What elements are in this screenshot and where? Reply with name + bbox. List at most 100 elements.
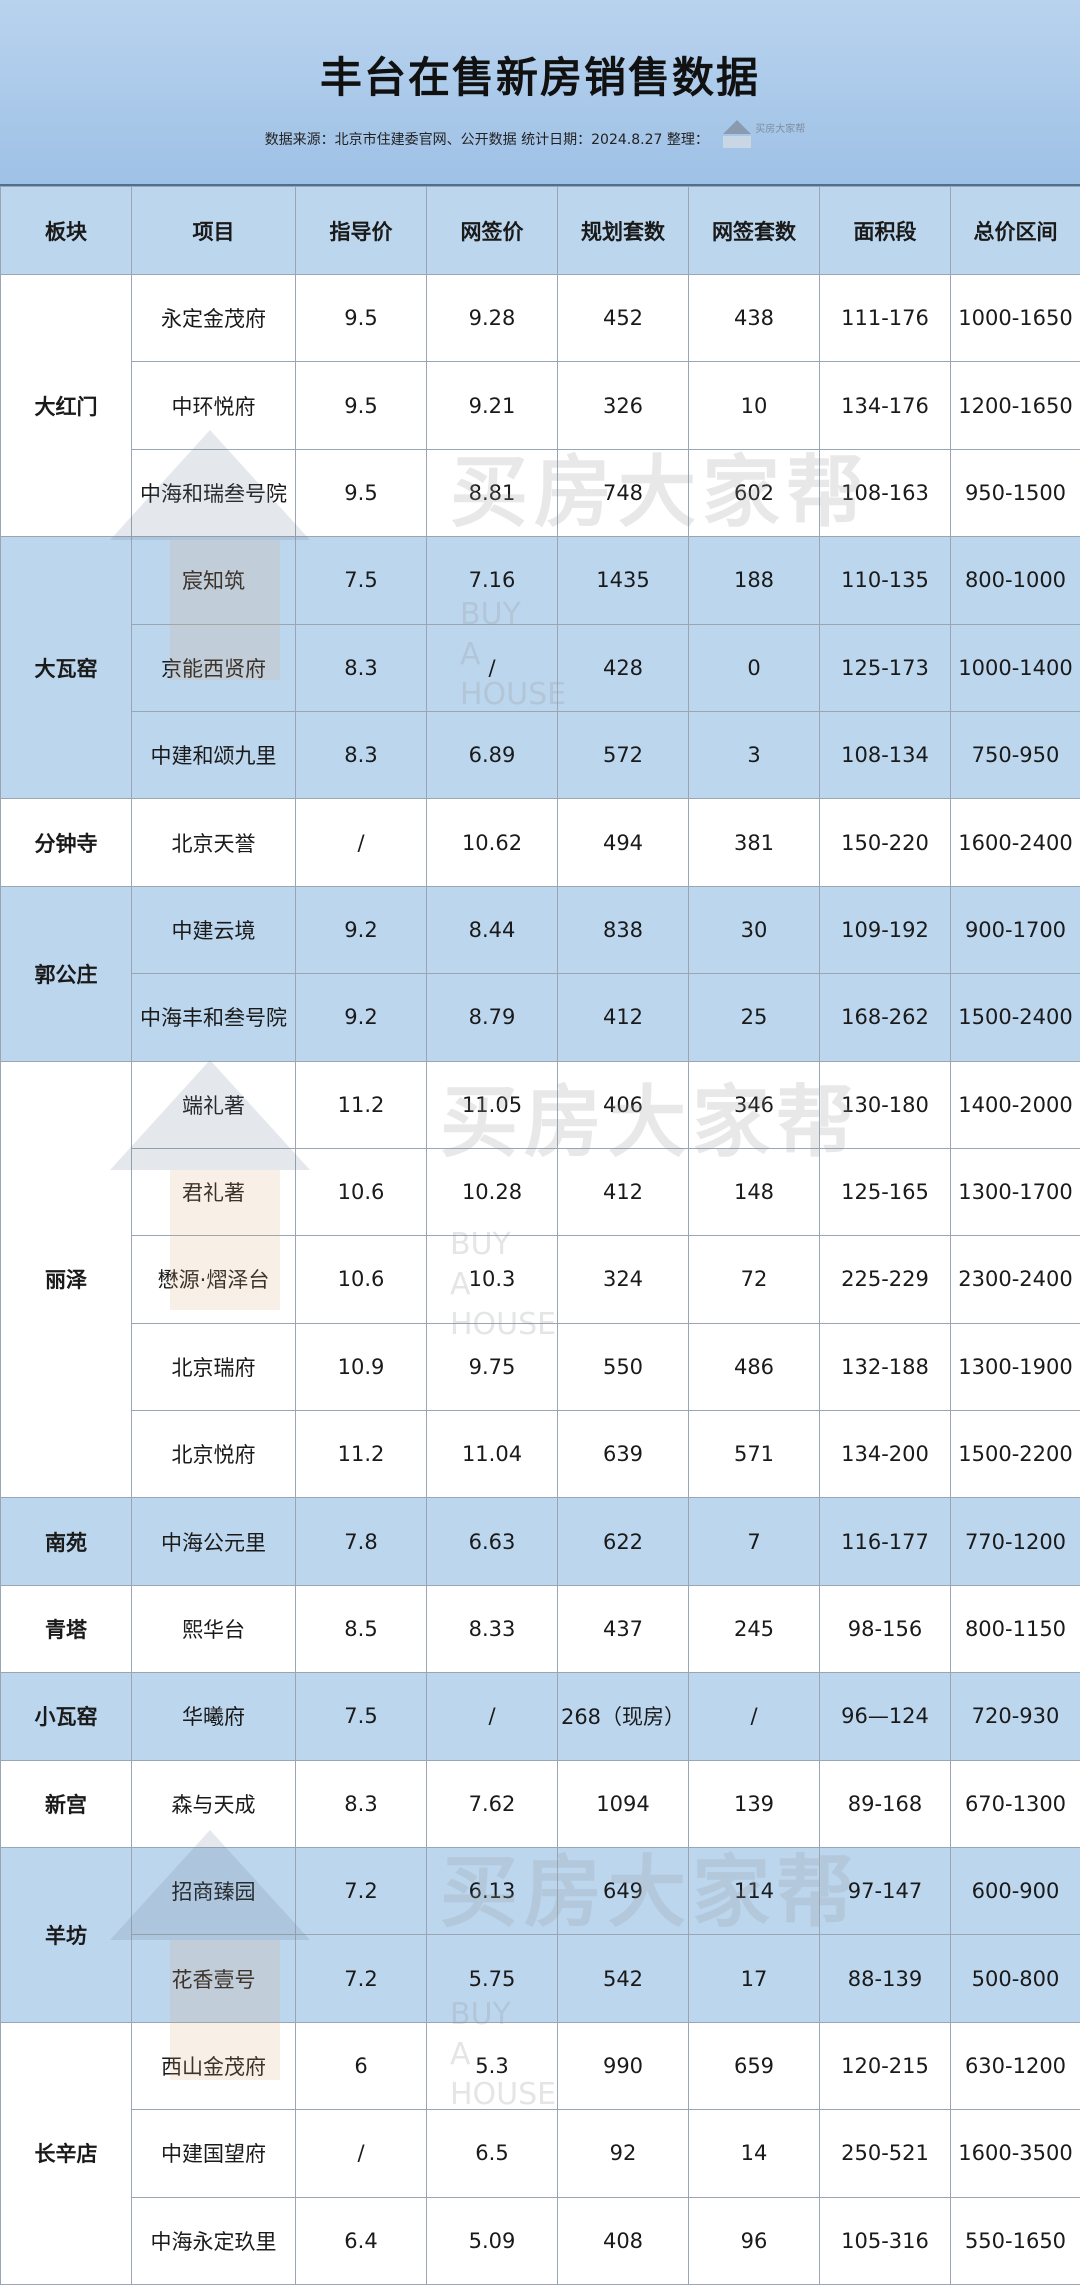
cell-block: 青塔 bbox=[1, 1585, 132, 1672]
cell-area-range: 132-188 bbox=[820, 1323, 951, 1410]
cell-block: 丽泽 bbox=[1, 1061, 132, 1498]
cell-sign-price: 11.05 bbox=[427, 1061, 558, 1148]
cell-project: 中建和颂九里 bbox=[132, 711, 296, 798]
cell-guide-price: 8.3 bbox=[296, 1760, 427, 1847]
table-row: 中建和颂九里8.36.895723108-134750-950 bbox=[1, 711, 1080, 798]
cell-planned-units: 92 bbox=[558, 2110, 689, 2197]
col-header-planned-units: 规划套数 bbox=[558, 187, 689, 275]
cell-area-range: 110-135 bbox=[820, 537, 951, 624]
cell-project: 北京瑞府 bbox=[132, 1323, 296, 1410]
table-row: 中建国望府/6.59214250-5211600-3500 bbox=[1, 2110, 1080, 2197]
cell-guide-price: 10.9 bbox=[296, 1323, 427, 1410]
cell-block: 新宫 bbox=[1, 1760, 132, 1847]
cell-guide-price: 9.2 bbox=[296, 886, 427, 973]
cell-guide-price: 10.6 bbox=[296, 1148, 427, 1235]
page-header: 丰台在售新房销售数据 数据来源：北京市住建委官网、公开数据 统计日期：2024.… bbox=[0, 0, 1080, 186]
cell-sign-price: 10.28 bbox=[427, 1148, 558, 1235]
cell-guide-price: 7.2 bbox=[296, 1848, 427, 1935]
cell-sign-price: 6.5 bbox=[427, 2110, 558, 2197]
cell-signed-units: 17 bbox=[689, 1935, 820, 2022]
cell-signed-units: 30 bbox=[689, 886, 820, 973]
cell-planned-units: 428 bbox=[558, 624, 689, 711]
cell-area-range: 97-147 bbox=[820, 1848, 951, 1935]
cell-sign-price: 5.3 bbox=[427, 2022, 558, 2109]
cell-block: 小瓦窑 bbox=[1, 1673, 132, 1760]
cell-sign-price: 6.13 bbox=[427, 1848, 558, 1935]
table-row: 小瓦窑华曦府7.5/268（现房）/96—124720-930 bbox=[1, 1673, 1080, 1760]
cell-project: 华曦府 bbox=[132, 1673, 296, 1760]
col-header-signed-units: 网签套数 bbox=[689, 187, 820, 275]
cell-signed-units: 602 bbox=[689, 449, 820, 536]
sales-table: 板块 项目 指导价 网签价 规划套数 网签套数 面积段 总价区间 大红门永定金茂… bbox=[0, 186, 1080, 2285]
cell-sign-price: 7.16 bbox=[427, 537, 558, 624]
cell-guide-price: 8.3 bbox=[296, 624, 427, 711]
cell-area-range: 108-134 bbox=[820, 711, 951, 798]
cell-signed-units: 114 bbox=[689, 1848, 820, 1935]
table-row: 京能西贤府8.3/4280125-1731000-1400 bbox=[1, 624, 1080, 711]
table-row: 大瓦窑宸知筑7.57.161435188110-135800-1000 bbox=[1, 537, 1080, 624]
cell-sign-price: 6.89 bbox=[427, 711, 558, 798]
cell-signed-units: 148 bbox=[689, 1148, 820, 1235]
cell-area-range: 225-229 bbox=[820, 1236, 951, 1323]
cell-guide-price: 11.2 bbox=[296, 1411, 427, 1498]
cell-total-price: 500-800 bbox=[951, 1935, 1080, 2022]
cell-signed-units: 25 bbox=[689, 974, 820, 1061]
cell-area-range: 150-220 bbox=[820, 799, 951, 886]
cell-area-range: 134-176 bbox=[820, 362, 951, 449]
cell-total-price: 670-1300 bbox=[951, 1760, 1080, 1847]
cell-sign-price: 8.81 bbox=[427, 449, 558, 536]
cell-project: 花香壹号 bbox=[132, 1935, 296, 2022]
cell-area-range: 130-180 bbox=[820, 1061, 951, 1148]
cell-block: 郭公庄 bbox=[1, 886, 132, 1061]
cell-area-range: 125-165 bbox=[820, 1148, 951, 1235]
cell-area-range: 116-177 bbox=[820, 1498, 951, 1585]
cell-sign-price: / bbox=[427, 1673, 558, 1760]
cell-total-price: 1000-1650 bbox=[951, 275, 1080, 362]
cell-signed-units: 72 bbox=[689, 1236, 820, 1323]
table-row: 中环悦府9.59.2132610134-1761200-1650 bbox=[1, 362, 1080, 449]
table-row: 新宫森与天成8.37.62109413989-168670-1300 bbox=[1, 1760, 1080, 1847]
cell-sign-price: 7.62 bbox=[427, 1760, 558, 1847]
cell-sign-price: 8.44 bbox=[427, 886, 558, 973]
cell-total-price: 2300-2400 bbox=[951, 1236, 1080, 1323]
cell-area-range: 168-262 bbox=[820, 974, 951, 1061]
cell-total-price: 1500-2400 bbox=[951, 974, 1080, 1061]
cell-sign-price: 9.21 bbox=[427, 362, 558, 449]
cell-project: 宸知筑 bbox=[132, 537, 296, 624]
cell-planned-units: 1094 bbox=[558, 1760, 689, 1847]
subtitle-text: 数据来源：北京市住建委官网、公开数据 统计日期：2024.8.27 整理： bbox=[265, 132, 709, 148]
cell-block: 长辛店 bbox=[1, 2022, 132, 2284]
table-header-row: 板块 项目 指导价 网签价 规划套数 网签套数 面积段 总价区间 bbox=[1, 187, 1080, 275]
table-row: 南苑中海公元里7.86.636227116-177770-1200 bbox=[1, 1498, 1080, 1585]
cell-planned-units: 452 bbox=[558, 275, 689, 362]
col-header-sign-price: 网签价 bbox=[427, 187, 558, 275]
cell-guide-price: / bbox=[296, 799, 427, 886]
cell-planned-units: 412 bbox=[558, 974, 689, 1061]
cell-total-price: 1600-3500 bbox=[951, 2110, 1080, 2197]
cell-project: 北京天誉 bbox=[132, 799, 296, 886]
col-header-guide-price: 指导价 bbox=[296, 187, 427, 275]
table-row: 羊坊招商臻园7.26.1364911497-147600-900 bbox=[1, 1848, 1080, 1935]
cell-sign-price: / bbox=[427, 624, 558, 711]
cell-planned-units: 639 bbox=[558, 1411, 689, 1498]
cell-guide-price: / bbox=[296, 2110, 427, 2197]
cell-signed-units: 188 bbox=[689, 537, 820, 624]
cell-guide-price: 6 bbox=[296, 2022, 427, 2109]
cell-block: 羊坊 bbox=[1, 1848, 132, 2023]
logo-base-icon bbox=[723, 136, 751, 148]
cell-project: 中环悦府 bbox=[132, 362, 296, 449]
cell-signed-units: 10 bbox=[689, 362, 820, 449]
table-row: 懋源·熠泽台10.610.332472225-2292300-2400 bbox=[1, 1236, 1080, 1323]
cell-planned-units: 412 bbox=[558, 1148, 689, 1235]
cell-area-range: 134-200 bbox=[820, 1411, 951, 1498]
cell-total-price: 1500-2200 bbox=[951, 1411, 1080, 1498]
cell-total-price: 900-1700 bbox=[951, 886, 1080, 973]
cell-total-price: 1400-2000 bbox=[951, 1061, 1080, 1148]
table-row: 北京瑞府10.99.75550486132-1881300-1900 bbox=[1, 1323, 1080, 1410]
cell-planned-units: 572 bbox=[558, 711, 689, 798]
cell-guide-price: 7.8 bbox=[296, 1498, 427, 1585]
cell-block: 大红门 bbox=[1, 275, 132, 537]
cell-signed-units: 571 bbox=[689, 1411, 820, 1498]
table-row: 中海和瑞叁号院9.58.81748602108-163950-1500 bbox=[1, 449, 1080, 536]
table-row: 长辛店西山金茂府65.3990659120-215630-1200 bbox=[1, 2022, 1080, 2109]
